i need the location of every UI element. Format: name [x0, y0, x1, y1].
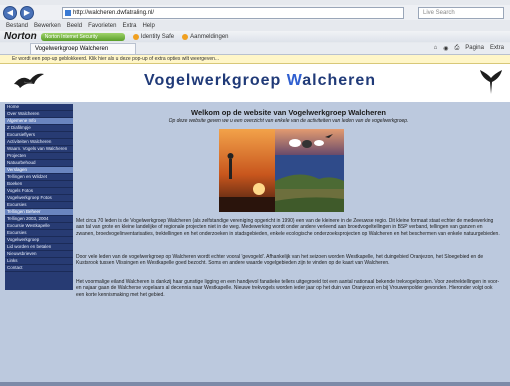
sidebar-item[interactable]: Excursie Westkapelle — [5, 223, 73, 230]
sidebar-item[interactable]: Activiteiten Walcheren — [5, 139, 73, 146]
menu-favorites[interactable]: Favorieten — [88, 23, 116, 29]
sidebar-item[interactable]: Z Diafilmpje — [5, 125, 73, 132]
browser-window: ◀ ▶ http://walcheren.dwfatraling.nl/ Liv… — [0, 0, 510, 386]
site-header: Vogelwerkgroep Walcheren — [0, 64, 510, 102]
main-content: Welkom op de website van Vogelwerkgroep … — [76, 106, 501, 376]
sidebar-item[interactable]: Home — [5, 104, 73, 111]
status-bar — [0, 382, 510, 386]
site-title: Vogelwerkgroep Walcheren — [110, 72, 410, 90]
trek-paragraph: Het voormalige eiland Walcheren is dankz… — [76, 279, 500, 298]
sidebar-item[interactable]: Tellingen 2003, 2004 — [5, 216, 73, 223]
bird-logo-right-icon — [480, 70, 502, 94]
sidebar-item[interactable]: Waarn. Vogels van Walcheren — [5, 146, 73, 153]
page-icon — [65, 10, 71, 16]
menu-help[interactable]: Help — [142, 23, 154, 29]
norton-status-button[interactable]: Norton Internet Security — [40, 32, 125, 41]
print-icon[interactable]: ⎙ — [454, 45, 459, 52]
sidebar-item[interactable]: Lid worden en betalen — [5, 244, 73, 251]
web-page: Vogelwerkgroep Walcheren Home Over Walche… — [0, 64, 510, 382]
norton-logo: Norton — [4, 31, 37, 42]
menu-view[interactable]: Beeld — [67, 23, 82, 29]
address-text: http://walcheren.dwfatraling.nl/ — [73, 10, 155, 16]
identity-safe-button[interactable]: Identity Safe — [132, 33, 175, 40]
extra-menu[interactable]: Extra — [490, 45, 504, 52]
identity-safe-label: Identity Safe — [140, 33, 175, 40]
sidebar-item[interactable]: Boeken — [5, 181, 73, 188]
sidebar-item[interactable]: Natuurbehoud — [5, 160, 73, 167]
search-input[interactable]: Live Search — [418, 7, 504, 19]
welcome-heading: Welkom op de website van Vogelwerkgroep … — [191, 108, 386, 117]
sidebar-item[interactable]: Projecten — [5, 153, 73, 160]
bird-logo-left-icon — [14, 73, 44, 88]
sidebar-item[interactable]: Verslagen — [5, 167, 73, 174]
address-bar[interactable]: http://walcheren.dwfatraling.nl/ — [62, 7, 404, 19]
sidebar-item[interactable]: Excursies — [5, 230, 73, 237]
intro-paragraph: Met circa 70 leden is de Vogelwerkgroep … — [76, 218, 500, 237]
welcome-subtitle: Op deze website geven we u een overzicht… — [168, 118, 409, 124]
site-title-part2: alcheren — [302, 72, 377, 89]
photo-collage — [219, 129, 344, 212]
sidebar-item[interactable]: Tellingen en Wildzet — [5, 174, 73, 181]
navigation-bar: ◀ ▶ http://walcheren.dwfatraling.nl/ Liv… — [0, 5, 510, 20]
back-button[interactable]: ◀ — [3, 5, 17, 20]
sidebar-item[interactable]: Over Walcheren — [5, 111, 73, 118]
sidebar-item[interactable]: Nieuwsbrieven — [5, 251, 73, 258]
sidebar-item[interactable]: Links — [5, 258, 73, 265]
site-title-part1: Vogelwerkgroep — [143, 72, 287, 89]
sidebar-item[interactable]: Vogelwerkgroep Fotos — [5, 195, 73, 202]
forward-button[interactable]: ▶ — [20, 5, 34, 20]
norton-toolbar: Norton Norton Internet Security Identity… — [0, 31, 510, 42]
menu-tools[interactable]: Extra — [122, 23, 136, 29]
tab-bar: Vogelwerkgroep Walcheren ⌂ ◉ ⎙ Pagina Ex… — [0, 43, 510, 55]
menu-edit[interactable]: Bewerken — [34, 23, 61, 29]
site-title-accent: W — [286, 72, 303, 89]
aanmeldingen-label: Aanmeldingen — [190, 33, 229, 40]
page-menu[interactable]: Pagina — [465, 45, 484, 52]
page-tools: ⌂ ◉ ⎙ Pagina Extra — [434, 45, 504, 52]
menu-bar: Bestand Bewerken Beeld Favorieten Extra … — [0, 21, 510, 30]
sidebar-nav: Home Over Walcheren Algemene Info Z Diafilm… — [5, 104, 73, 290]
sidebar-item[interactable]: Vogels Fotos — [5, 188, 73, 195]
home-icon[interactable]: ⌂ — [434, 45, 438, 52]
aanmeldingen-button[interactable]: Aanmeldingen — [182, 33, 229, 40]
sidebar-item[interactable]: Tellingen Beheer — [5, 209, 73, 216]
popup-blocker-bar[interactable]: Er wordt een pop-up geblokkeerd. Klik hi… — [0, 55, 510, 64]
birding-paragraph: Door vele leden van de vogelwerkgroep op… — [76, 254, 484, 267]
tab-vogelwerkgroep[interactable]: Vogelwerkgroep Walcheren — [30, 43, 136, 54]
sidebar-item[interactable]: Contact — [5, 265, 73, 272]
sidebar-item[interactable]: Excursies — [5, 202, 73, 209]
sidebar-item[interactable]: Vogelwerkgroep — [5, 237, 73, 244]
identity-safe-icon — [132, 33, 139, 40]
sidebar-item[interactable]: Algemene Info — [5, 118, 73, 125]
menu-file[interactable]: Bestand — [6, 23, 28, 29]
aanmeldingen-icon — [182, 33, 189, 40]
rss-icon[interactable]: ◉ — [443, 45, 448, 52]
sidebar-item[interactable]: Excursieflyers — [5, 132, 73, 139]
